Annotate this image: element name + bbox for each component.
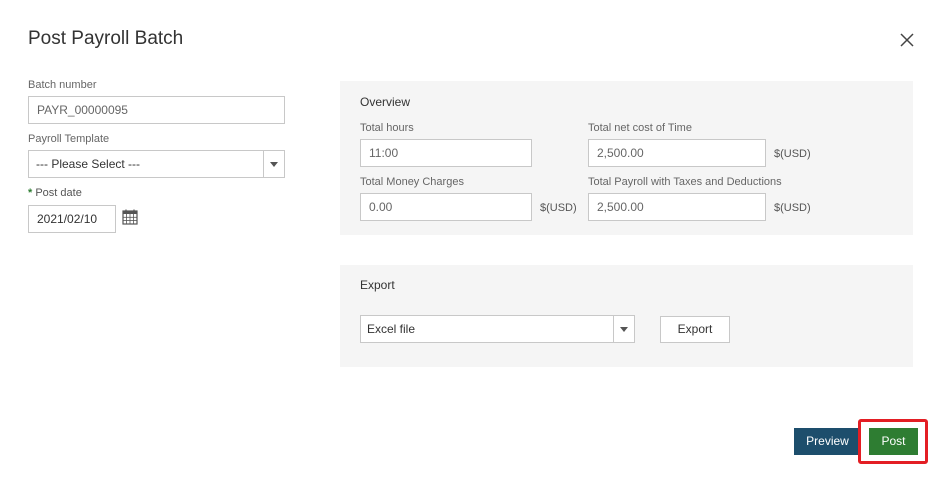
export-format-value: Excel file — [367, 322, 416, 336]
payroll-template-label: Payroll Template — [28, 133, 110, 145]
overview-title: Overview — [360, 95, 411, 109]
total-hours-label: Total hours — [360, 122, 414, 134]
post-date-field[interactable]: 2021/02/10 — [28, 205, 116, 233]
money-charges-unit: $(USD) — [540, 202, 577, 214]
payroll-template-select[interactable]: --- Please Select --- — [28, 150, 285, 178]
export-button[interactable]: Export — [660, 316, 730, 343]
export-format-select[interactable]: Excel file — [360, 315, 635, 343]
payroll-total-field[interactable]: 2,500.00 — [588, 193, 766, 221]
dialog-title: Post Payroll Batch — [28, 28, 184, 49]
required-marker: * — [28, 187, 33, 199]
payroll-total-unit: $(USD) — [774, 202, 811, 214]
net-cost-field[interactable]: 2,500.00 — [588, 139, 766, 167]
chevron-down-icon — [613, 316, 634, 342]
total-hours-field[interactable]: 11:00 — [360, 139, 532, 167]
preview-button[interactable]: Preview — [794, 428, 861, 455]
close-icon[interactable] — [897, 30, 917, 50]
post-date-label: Post date — [35, 187, 82, 199]
batch-number-field[interactable]: PAYR_00000095 — [28, 96, 285, 124]
net-cost-unit: $(USD) — [774, 148, 811, 160]
export-title: Export — [360, 278, 395, 292]
money-charges-label: Total Money Charges — [360, 176, 464, 188]
chevron-down-icon — [263, 151, 284, 177]
money-charges-field[interactable]: 0.00 — [360, 193, 532, 221]
batch-number-label: Batch number — [28, 79, 97, 91]
payroll-template-value: --- Please Select --- — [36, 157, 141, 171]
post-button-highlight — [858, 419, 928, 464]
net-cost-label: Total net cost of Time — [588, 122, 692, 134]
payroll-total-label: Total Payroll with Taxes and Deductions — [588, 176, 782, 188]
calendar-icon[interactable] — [122, 209, 138, 225]
post-date-label-row: * Post date — [28, 187, 82, 199]
